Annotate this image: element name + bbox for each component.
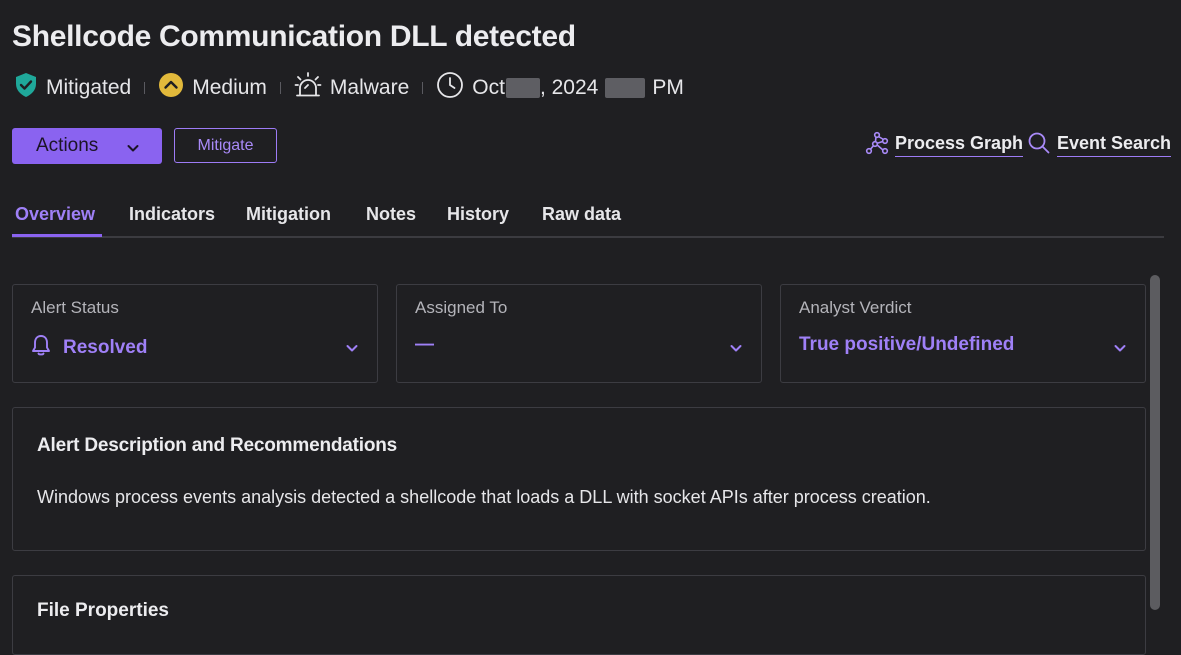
chevron-down-icon xyxy=(126,139,140,161)
date-year: , 2024 xyxy=(539,76,599,99)
assigned-to-value: — xyxy=(415,334,434,356)
redacted-time xyxy=(605,78,646,98)
severity-label: Medium xyxy=(192,76,267,99)
chevron-down-icon xyxy=(1113,341,1127,360)
file-properties-title: File Properties xyxy=(37,600,169,621)
divider xyxy=(279,82,281,94)
process-graph-icon xyxy=(865,131,889,160)
severity-indicator: Medium xyxy=(158,72,267,104)
tab-raw-data[interactable]: Raw data xyxy=(542,204,621,225)
siren-icon xyxy=(294,71,322,105)
alert-status-value: Resolved xyxy=(31,334,147,362)
divider xyxy=(422,82,424,94)
tab-indicators[interactable]: Indicators xyxy=(129,204,215,225)
active-tab-indicator xyxy=(12,234,102,237)
mitigate-button[interactable]: Mitigate xyxy=(174,128,277,163)
chevron-down-icon xyxy=(729,341,743,360)
redacted-day xyxy=(505,78,540,98)
date-month: Oct xyxy=(472,76,505,99)
process-graph-label: Process Graph xyxy=(895,133,1024,157)
time-suffix: PM xyxy=(652,76,684,99)
tab-bar: Overview Indicators Mitigation Notes His… xyxy=(12,198,1164,238)
tab-notes[interactable]: Notes xyxy=(366,204,416,225)
analyst-verdict-label: Analyst Verdict xyxy=(799,298,912,317)
timestamp: Oct , 2024 PM xyxy=(436,71,684,105)
alert-status-text: Resolved xyxy=(63,337,148,358)
clock-icon xyxy=(436,71,464,105)
analyst-verdict-dropdown[interactable]: Analyst Verdict True positive/Undefined xyxy=(780,284,1146,383)
alert-status-dropdown[interactable]: Alert Status Resolved xyxy=(12,284,378,383)
chevron-down-icon xyxy=(345,341,359,360)
mitigate-label: Mitigate xyxy=(197,136,254,154)
actions-dropdown-button[interactable]: Actions xyxy=(12,128,162,164)
alert-status-label: Alert Status xyxy=(31,298,119,317)
scrollbar-thumb[interactable] xyxy=(1150,275,1160,610)
tab-history[interactable]: History xyxy=(447,204,509,225)
category-label: Malware xyxy=(329,76,410,99)
event-search-label: Event Search xyxy=(1057,133,1172,157)
tab-mitigation[interactable]: Mitigation xyxy=(246,204,331,225)
date-text: Oct , 2024 PM xyxy=(472,76,684,100)
process-graph-link[interactable]: Process Graph xyxy=(865,131,1024,160)
assigned-to-label: Assigned To xyxy=(415,298,508,317)
category-indicator: Malware xyxy=(294,71,409,105)
search-icon xyxy=(1027,131,1051,160)
alert-description-card: Alert Description and Recommendations Wi… xyxy=(12,407,1146,551)
analyst-verdict-value: True positive/Undefined xyxy=(799,334,1014,356)
severity-medium-icon xyxy=(158,72,184,104)
event-search-link[interactable]: Event Search xyxy=(1027,131,1172,160)
assigned-to-dropdown[interactable]: Assigned To — xyxy=(396,284,762,383)
analyst-verdict-text: True positive/Undefined xyxy=(799,334,1015,355)
alert-meta-row: Mitigated Medium Malware Oct , 2024 PM xyxy=(14,72,684,104)
actions-label: Actions xyxy=(36,135,99,156)
status-label: Mitigated xyxy=(46,76,132,99)
file-properties-card: File Properties xyxy=(12,575,1146,655)
assigned-to-text: — xyxy=(415,334,434,355)
status-indicator: Mitigated xyxy=(14,72,131,104)
shield-check-icon xyxy=(14,72,38,104)
tab-overview[interactable]: Overview xyxy=(15,204,95,225)
description-text: Windows process events analysis detected… xyxy=(37,487,931,507)
bell-icon xyxy=(31,334,51,362)
description-title: Alert Description and Recommendations xyxy=(37,435,398,456)
alert-title: Shellcode Communication DLL detected xyxy=(12,20,576,53)
divider xyxy=(144,82,146,94)
